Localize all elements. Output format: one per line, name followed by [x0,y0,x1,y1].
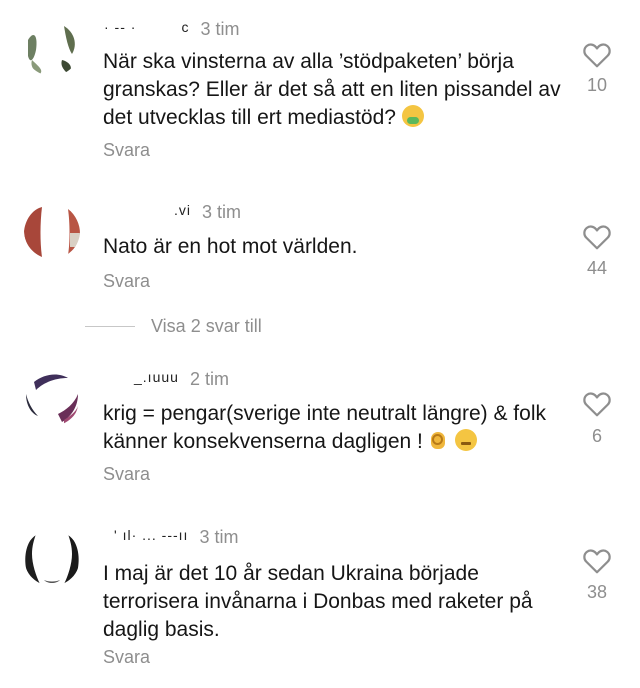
timestamp: 2 tim [189,369,229,389]
like-button[interactable] [582,389,612,419]
username[interactable]: ' ıl· ... ---ıı [114,527,188,543]
avatar[interactable] [24,370,80,426]
heart-icon [583,549,611,574]
avatar[interactable] [24,20,80,76]
heart-icon [583,225,611,250]
heart-icon [583,43,611,68]
reply-button[interactable]: Svara [103,271,150,292]
comment-text: Nato är en hot mot världen. [103,235,358,258]
username[interactable]: · -- · [104,19,136,35]
comment-text: När ska vinsterna av alla ’stödpaketen’ … [103,48,573,132]
avatar[interactable] [24,203,80,259]
like-count: 44 [586,258,608,278]
reply-button[interactable]: Svara [103,140,150,161]
comment-meta: _.ıuuu 2 tim [104,369,229,390]
comment-body: krig = pengar(sverige inte neutralt läng… [103,402,546,453]
view-more-replies[interactable]: Visa 2 svar till [85,314,262,338]
comment-meta: · -- · c 3 tim [104,19,239,40]
ok-hand-icon [429,429,449,451]
comment-meta: .vi 3 tim [104,202,241,223]
avatar[interactable] [24,530,80,586]
comment-meta: ' ıl· ... ---ıı 3 tim [104,527,238,548]
like-button[interactable] [582,222,612,252]
comment-text: I maj är det 10 år sedan Ukraina började… [103,562,533,641]
view-more-label: Visa 2 svar till [151,315,262,336]
like-button[interactable] [582,40,612,70]
zipper-mouth-face-icon [454,429,477,451]
comment-body: När ska vinsterna av alla ’stödpaketen’ … [103,50,561,129]
reply-button[interactable]: Svara [103,647,150,668]
timestamp: 3 tim [200,19,240,39]
comment-text: krig = pengar(sverige inte neutralt läng… [103,400,573,456]
like-button[interactable] [582,546,612,576]
like-count: 10 [586,75,608,95]
username[interactable]: _.ıuuu [134,369,179,385]
reply-button[interactable]: Svara [103,464,150,485]
timestamp: 3 tim [202,202,242,222]
divider [85,325,135,327]
nauseated-face-icon [401,105,424,127]
username[interactable]: .vi [174,202,191,218]
like-count: 6 [591,426,602,446]
username-end[interactable]: c [181,19,189,35]
like-count: 38 [586,582,608,602]
timestamp: 3 tim [199,527,239,547]
heart-icon [583,392,611,417]
